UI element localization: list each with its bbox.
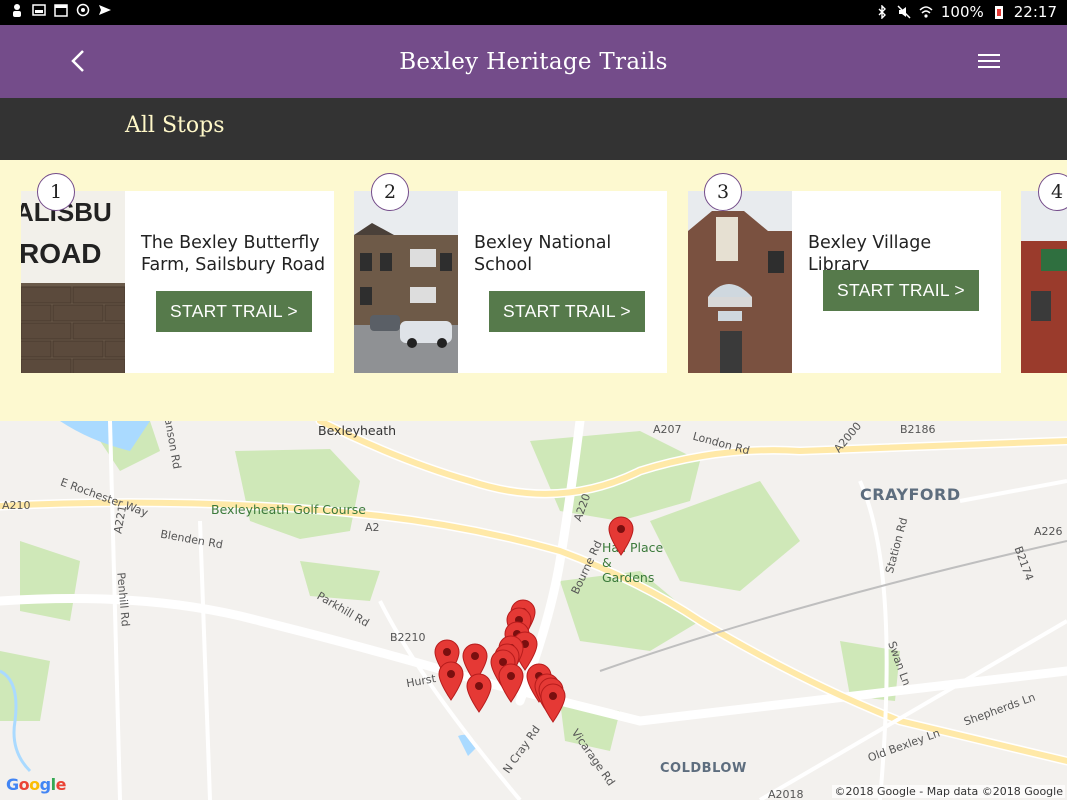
person-icon (13, 4, 21, 17)
road-label: A207 (653, 423, 682, 436)
stop-number-badge: 3 (704, 173, 742, 211)
status-bar: 100% 22:17 (0, 0, 1067, 25)
road-label: A210 (2, 499, 31, 512)
road-label: A2 (365, 521, 380, 534)
place-label: Bexleyheath (318, 423, 397, 438)
section-title: All Stops (125, 113, 225, 138)
section-header: All Stops (0, 98, 1067, 160)
map-pin-icon[interactable] (438, 661, 464, 701)
start-trail-button[interactable]: START TRAIL > (156, 291, 312, 332)
stop-name: The Bexley Butterfly Farm, Sailsbury Roa… (141, 233, 326, 275)
clock: 22:17 (1013, 3, 1057, 21)
stop-number-badge: 1 (37, 173, 75, 211)
svg-text:ROAD: ROAD (21, 238, 101, 269)
battery-percent: 100% (940, 3, 984, 21)
stop-card-2[interactable]: Bexley National School START TRAIL > (354, 191, 667, 373)
trail-map[interactable]: Bexleyheath CRAYFORD COLDBLOW Bexleyheat… (0, 421, 1067, 800)
stop-card-4[interactable] (1021, 191, 1067, 373)
send-icon (99, 5, 111, 15)
bluetooth-icon (878, 5, 886, 19)
map-pin-icon[interactable] (498, 663, 524, 703)
park-label: Bexleyheath Golf Course (211, 502, 366, 517)
start-trail-button[interactable]: START TRAIL > (489, 291, 645, 332)
stop-card-3[interactable]: Bexley Village Library START TRAIL > (688, 191, 1001, 373)
image-icon (32, 4, 46, 16)
stop-photo-2 (354, 191, 458, 373)
map-pin-icon[interactable] (540, 683, 566, 723)
wifi-icon (919, 6, 933, 18)
hamburger-menu-icon (978, 54, 1000, 68)
town-label: COLDBLOW (660, 761, 747, 776)
stop-photo-4 (1021, 191, 1067, 373)
stop-photo-3 (688, 191, 792, 373)
calendar-icon (54, 4, 68, 17)
map-pin-icon[interactable] (466, 673, 492, 713)
app-bar: Bexley Heritage Trails (0, 25, 1067, 98)
stop-number-badge: 2 (371, 173, 409, 211)
app-title: Bexley Heritage Trails (399, 49, 668, 75)
map-copyright: ©2018 Google - Map data ©2018 Google (832, 785, 1065, 798)
stop-photo-1: ALISBU ROAD (21, 191, 125, 373)
map-pin-icon[interactable] (608, 516, 634, 556)
menu-button[interactable] (971, 43, 1007, 79)
battery-icon (994, 6, 1003, 19)
road-label: A2018 (768, 788, 804, 800)
stop-name: Bexley National School (474, 233, 612, 275)
stop-card-1[interactable]: ALISBU ROAD The Bexley Butterfly Farm, S… (21, 191, 334, 373)
town-label: CRAYFORD (860, 485, 961, 504)
stops-carousel[interactable]: ALISBU ROAD The Bexley Butterfly Farm, S… (0, 160, 1067, 421)
road-label: B2210 (390, 631, 426, 644)
sync-icon (76, 3, 90, 17)
mute-icon (897, 5, 911, 19)
google-logo: Google (6, 775, 66, 794)
start-trail-button[interactable]: START TRAIL > (823, 270, 979, 311)
road-label: A226 (1034, 525, 1063, 538)
road-label: B2186 (900, 423, 936, 436)
